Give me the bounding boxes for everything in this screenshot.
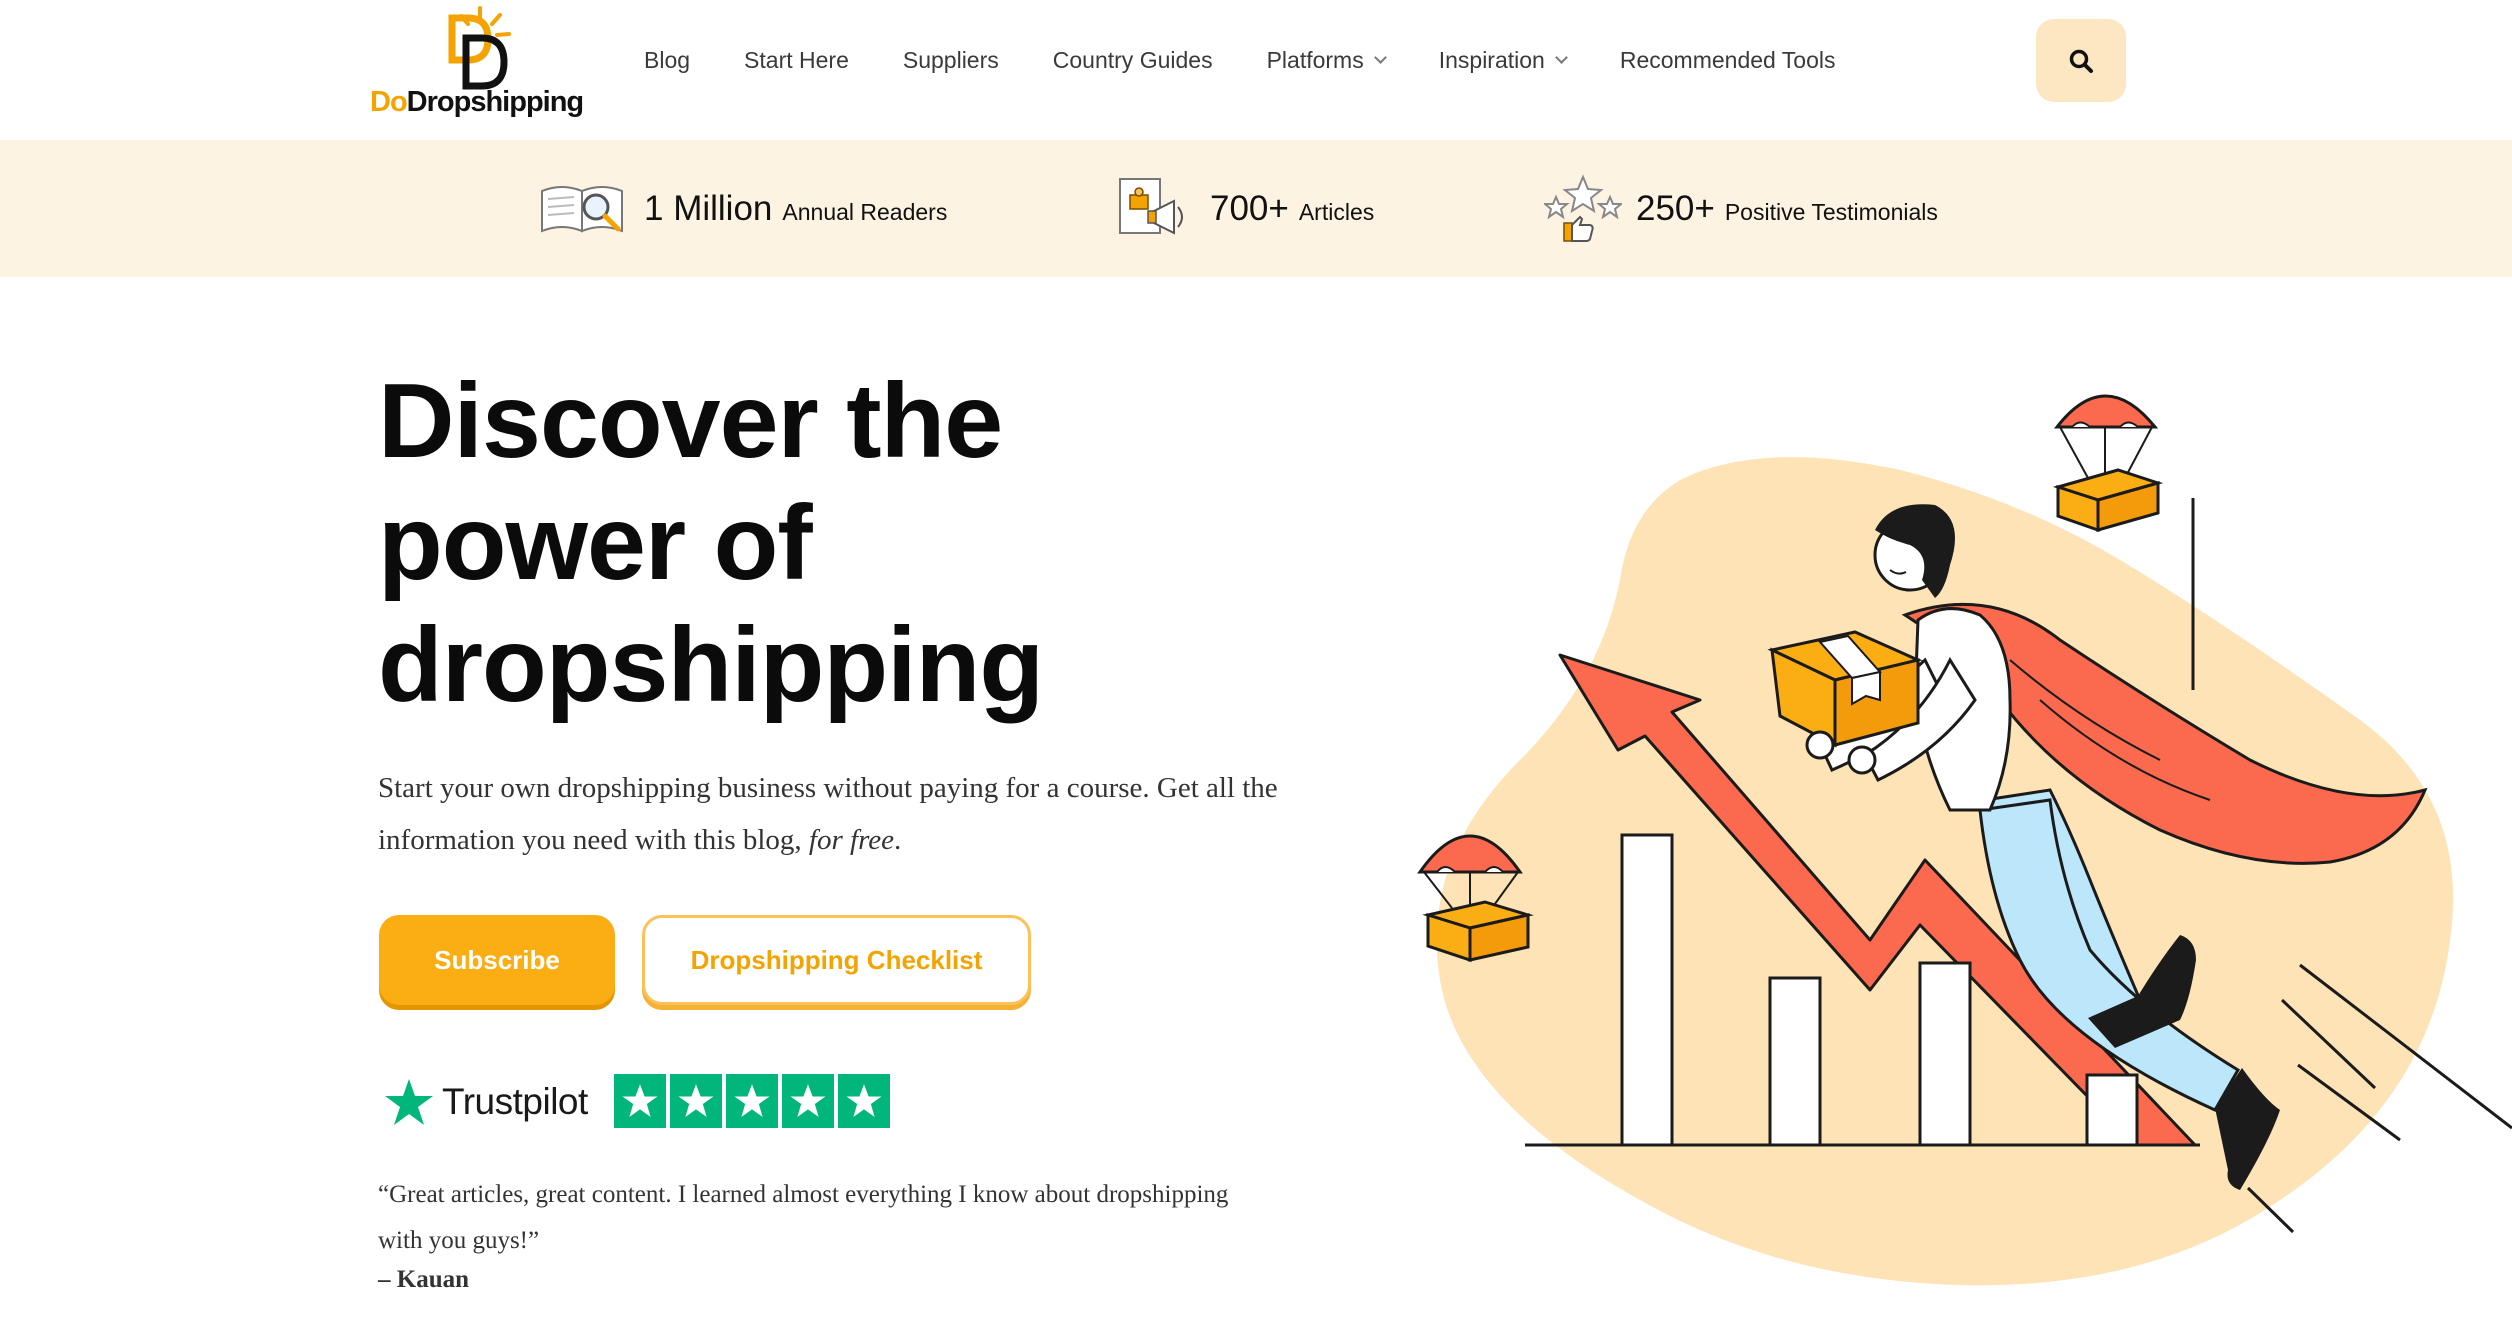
- nav-platforms[interactable]: Platforms: [1266, 46, 1387, 74]
- stat-testimonials: 250+ Positive Testimonials: [1544, 140, 1938, 277]
- stat-articles-label: Articles: [1298, 199, 1375, 225]
- nav-platforms-label: Platforms: [1266, 46, 1364, 73]
- logo-text: DoDropshipping: [370, 86, 584, 118]
- nav-country-guides-label: Country Guides: [1052, 46, 1213, 73]
- nav-inspiration[interactable]: Inspiration: [1438, 46, 1568, 74]
- chevron-down-icon: [1554, 50, 1568, 64]
- chart-bar: [1620, 833, 1674, 1147]
- trustpilot-rating[interactable]: Trustpilot: [384, 1074, 890, 1130]
- testimonial-author: – Kauan: [378, 1266, 470, 1293]
- hero-title-line-2: power of: [378, 484, 813, 602]
- site-logo[interactable]: DoDropshipping: [370, 4, 584, 124]
- hero-subtitle-emphasis: for free: [808, 824, 895, 856]
- hero-title-line-1: Discover the: [378, 362, 1003, 480]
- star-icon: [726, 1074, 778, 1128]
- stat-readers-value: 1 Million: [644, 188, 773, 228]
- main-nav: Blog Start Here Suppliers Country Guides…: [644, 40, 1889, 80]
- stat-articles: 700+ Articles: [1116, 140, 1374, 277]
- trustpilot-brand: Trustpilot: [442, 1081, 588, 1122]
- hero-title: Discover the power of dropshipping: [378, 360, 1278, 726]
- star-icon: [614, 1074, 666, 1128]
- hero-title-line-3: dropshipping: [378, 606, 1044, 724]
- search-button[interactable]: [2036, 19, 2126, 102]
- chart-bar: [1768, 976, 1822, 1147]
- chevron-down-icon: [1373, 50, 1387, 64]
- chart-bar: [2085, 1073, 2139, 1147]
- article-megaphone-icon: [1119, 177, 1183, 235]
- nav-start-here[interactable]: Start Here: [744, 47, 849, 74]
- stats-band: 1 Million Annual Readers 700+ Articles 2…: [0, 140, 2512, 277]
- hero-subtitle: Start your own dropshipping business wit…: [378, 762, 1278, 866]
- subscribe-button-label: Subscribe: [434, 944, 560, 975]
- stat-testimonials-label: Positive Testimonials: [1724, 199, 1938, 225]
- dropshipping-checklist-button[interactable]: Dropshipping Checklist: [642, 915, 1031, 1005]
- star-icon: [670, 1074, 722, 1128]
- nav-recommended-tools-label: Recommended Tools: [1619, 46, 1836, 73]
- subscribe-button[interactable]: Subscribe: [379, 915, 615, 1005]
- nav-blog-label: Blog: [644, 46, 691, 73]
- star-icon: [782, 1074, 834, 1128]
- parachute-box-icon: [2052, 394, 2164, 533]
- nav-country-guides[interactable]: Country Guides: [1053, 47, 1213, 74]
- search-icon: [2069, 49, 2093, 73]
- stat-articles-value: 700+: [1210, 188, 1289, 228]
- hero-illustration: [1417, 394, 2512, 1286]
- nav-recommended-tools[interactable]: Recommended Tools: [1620, 47, 1836, 74]
- dropshipping-checklist-button-label: Dropshipping Checklist: [690, 944, 983, 975]
- nav-start-here-label: Start Here: [744, 46, 849, 73]
- trustpilot-stars: [614, 1074, 894, 1128]
- site-header: DoDropshipping Blog Start Here Suppliers…: [0, 0, 2512, 140]
- stat-testimonials-value: 250+: [1636, 188, 1715, 228]
- trustpilot-star-icon: [385, 1079, 433, 1125]
- book-magnifier-icon: [541, 185, 623, 232]
- chart-bar: [1918, 961, 1972, 1147]
- testimonial-quote: “Great articles, great content. I learne…: [378, 1181, 1229, 1254]
- nav-suppliers[interactable]: Suppliers: [903, 47, 999, 74]
- nav-blog[interactable]: Blog: [644, 47, 690, 74]
- stars-thumbs-up-icon: [1544, 173, 1622, 242]
- star-icon: [838, 1074, 890, 1128]
- stat-readers: 1 Million Annual Readers: [538, 140, 947, 277]
- logo-mark-icon: [448, 6, 511, 90]
- nav-suppliers-label: Suppliers: [902, 46, 999, 73]
- nav-inspiration-label: Inspiration: [1438, 46, 1545, 73]
- stat-readers-label: Annual Readers: [782, 199, 948, 225]
- hero-subtitle-end: .: [894, 824, 902, 856]
